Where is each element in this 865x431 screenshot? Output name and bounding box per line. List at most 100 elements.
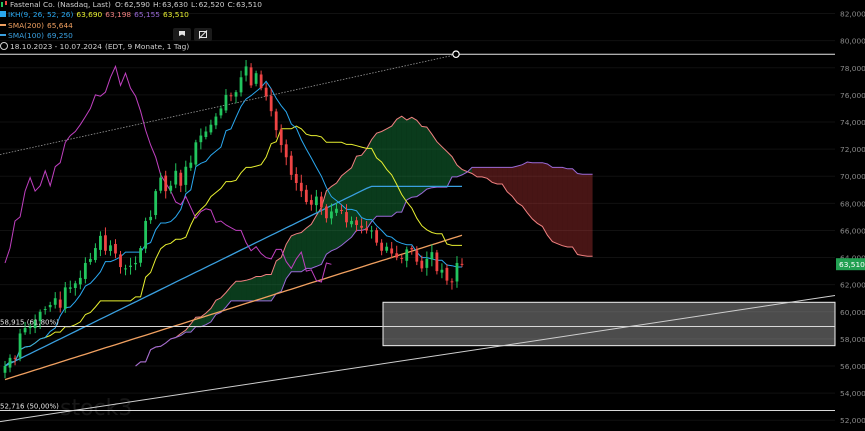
cloud-icon — [0, 11, 6, 18]
cloud-segment — [552, 167, 558, 244]
cloud-segment — [527, 161, 533, 219]
candle-body — [299, 182, 303, 192]
y-tick-label: 82,000 — [840, 10, 865, 19]
y-tick-label: 62,000 — [840, 281, 865, 290]
hide-drawings-icon — [198, 30, 208, 39]
chart[interactable]: 82,000 80,000 78,000 76,000 74,000 72,000 70,0… — [0, 0, 865, 427]
candle-body — [159, 177, 163, 191]
legend-ichimoku-row: IKH(9, 26, 52, 26) 63,690 63,198 65,155 63,5… — [0, 10, 265, 20]
candle-body — [345, 212, 348, 223]
candle-body — [405, 249, 409, 261]
legend-instrument-row: Fastenal Co. (Nasdaq, Last) O:62,590 H: 63,… — [0, 0, 265, 10]
cloud-segment — [492, 167, 498, 185]
legend-instrument[interactable]: Fastenal Co. (Nasdaq, Last) — [10, 0, 111, 9]
candle-body — [264, 87, 268, 97]
cloud-segment — [396, 116, 402, 213]
candle-body — [8, 357, 12, 368]
cloud-segment — [306, 224, 312, 269]
y-tick-label: 52,000 — [840, 416, 865, 425]
legend-sma200-name[interactable]: SMA(200) — [8, 21, 44, 30]
candle-body — [435, 252, 439, 272]
candle-body — [189, 162, 193, 168]
candle-body — [330, 211, 333, 219]
support-zone[interactable] — [382, 301, 836, 347]
cloud-segment — [251, 276, 257, 301]
legend-ichimoku-name[interactable]: IKH(9, 26, 52, 26) — [8, 10, 73, 19]
legend-open-value: 62,590 — [124, 0, 151, 9]
legend-close-value: 63,510 — [236, 0, 262, 9]
legend-high-label: H: — [153, 0, 162, 9]
candle-body — [239, 77, 243, 93]
fib-level-label: 58,915 (61,80%) — [0, 318, 59, 326]
legend-low-value: 62,520 — [198, 0, 225, 9]
candle-body — [129, 265, 132, 267]
candle-body — [63, 287, 67, 309]
candle-body — [380, 242, 384, 251]
candle-body — [284, 144, 288, 158]
chart-canvas[interactable]: 82,000 80,000 78,000 76,000 74,000 72,000 70,0… — [0, 0, 865, 427]
candle-body — [319, 196, 323, 208]
chart-legend: Fastenal Co. (Nasdaq, Last) O:62,590 H:63,… — [0, 0, 265, 52]
legend-close-label: C: — [227, 0, 236, 9]
candle-body — [415, 250, 419, 262]
legend-sma100-row: SMA(100) 69,250 — [0, 31, 265, 41]
candle-body — [48, 305, 52, 308]
candle-body — [78, 277, 82, 285]
hide-drawings-button[interactable] — [194, 28, 212, 41]
support-zone-box — [382, 301, 836, 347]
y-tick-label: 74,000 — [840, 118, 865, 127]
cloud-segment — [391, 119, 397, 217]
candle-body — [365, 228, 368, 231]
cloud-segment — [276, 257, 282, 294]
cloud-segment — [567, 168, 573, 248]
candle-body — [325, 206, 328, 219]
candle-body — [370, 230, 374, 232]
y-tick-label: 58,000 — [840, 335, 865, 344]
legend-low-label: L: — [190, 0, 198, 9]
cloud-segment — [542, 162, 548, 236]
cloud-segment — [256, 276, 262, 301]
candle-body — [395, 253, 399, 258]
cloud-segment — [562, 167, 568, 248]
y-tick-label: 72,000 — [840, 145, 865, 154]
legend-ichimoku-chikou: 63,510 — [163, 10, 189, 20]
cloud-segment — [416, 120, 422, 197]
candle-body — [28, 326, 32, 329]
cloud-segment — [572, 168, 578, 255]
candle-body — [269, 96, 273, 112]
legend-sma200-row: SMA(200) 65,644 — [0, 21, 265, 31]
candle-body — [144, 220, 148, 249]
legend-sma100-name[interactable]: SMA(100) — [8, 31, 44, 40]
candle-body — [13, 357, 17, 359]
legend-sma200-value: 65,644 — [47, 20, 73, 30]
candle-body — [309, 200, 313, 205]
candle-body — [289, 155, 293, 175]
candle-body — [184, 166, 188, 185]
flag-button[interactable] — [173, 28, 191, 41]
legend-ichimoku-tenkan: 63,690 — [76, 10, 103, 20]
cloud-segment — [582, 174, 588, 257]
sma200-icon — [0, 23, 6, 26]
sma100-icon — [0, 34, 6, 37]
candle-body — [119, 254, 122, 268]
cloud-segment — [557, 167, 563, 246]
candle-body — [149, 216, 153, 221]
cloud-segment — [441, 146, 447, 188]
cloud-segment — [346, 167, 352, 242]
cloud-segment — [366, 139, 372, 230]
candle-body — [139, 248, 142, 263]
legend-open-label: O: — [114, 0, 124, 9]
cloud-segment — [301, 228, 307, 272]
candle-body — [355, 220, 358, 226]
price-axis[interactable]: 82,000 80,000 78,000 76,000 74,000 72,000 70,0… — [836, 10, 865, 426]
legend-sma100-value: 69,250 — [47, 31, 73, 41]
candle-body — [93, 248, 97, 261]
candle-body — [23, 328, 27, 333]
candle-body — [279, 129, 283, 146]
candle-body — [460, 263, 464, 265]
candle-body — [234, 92, 238, 97]
candle-body — [43, 309, 47, 311]
candle-body — [224, 94, 228, 111]
cloud-segment — [426, 127, 432, 190]
cloud-segment — [241, 280, 247, 301]
